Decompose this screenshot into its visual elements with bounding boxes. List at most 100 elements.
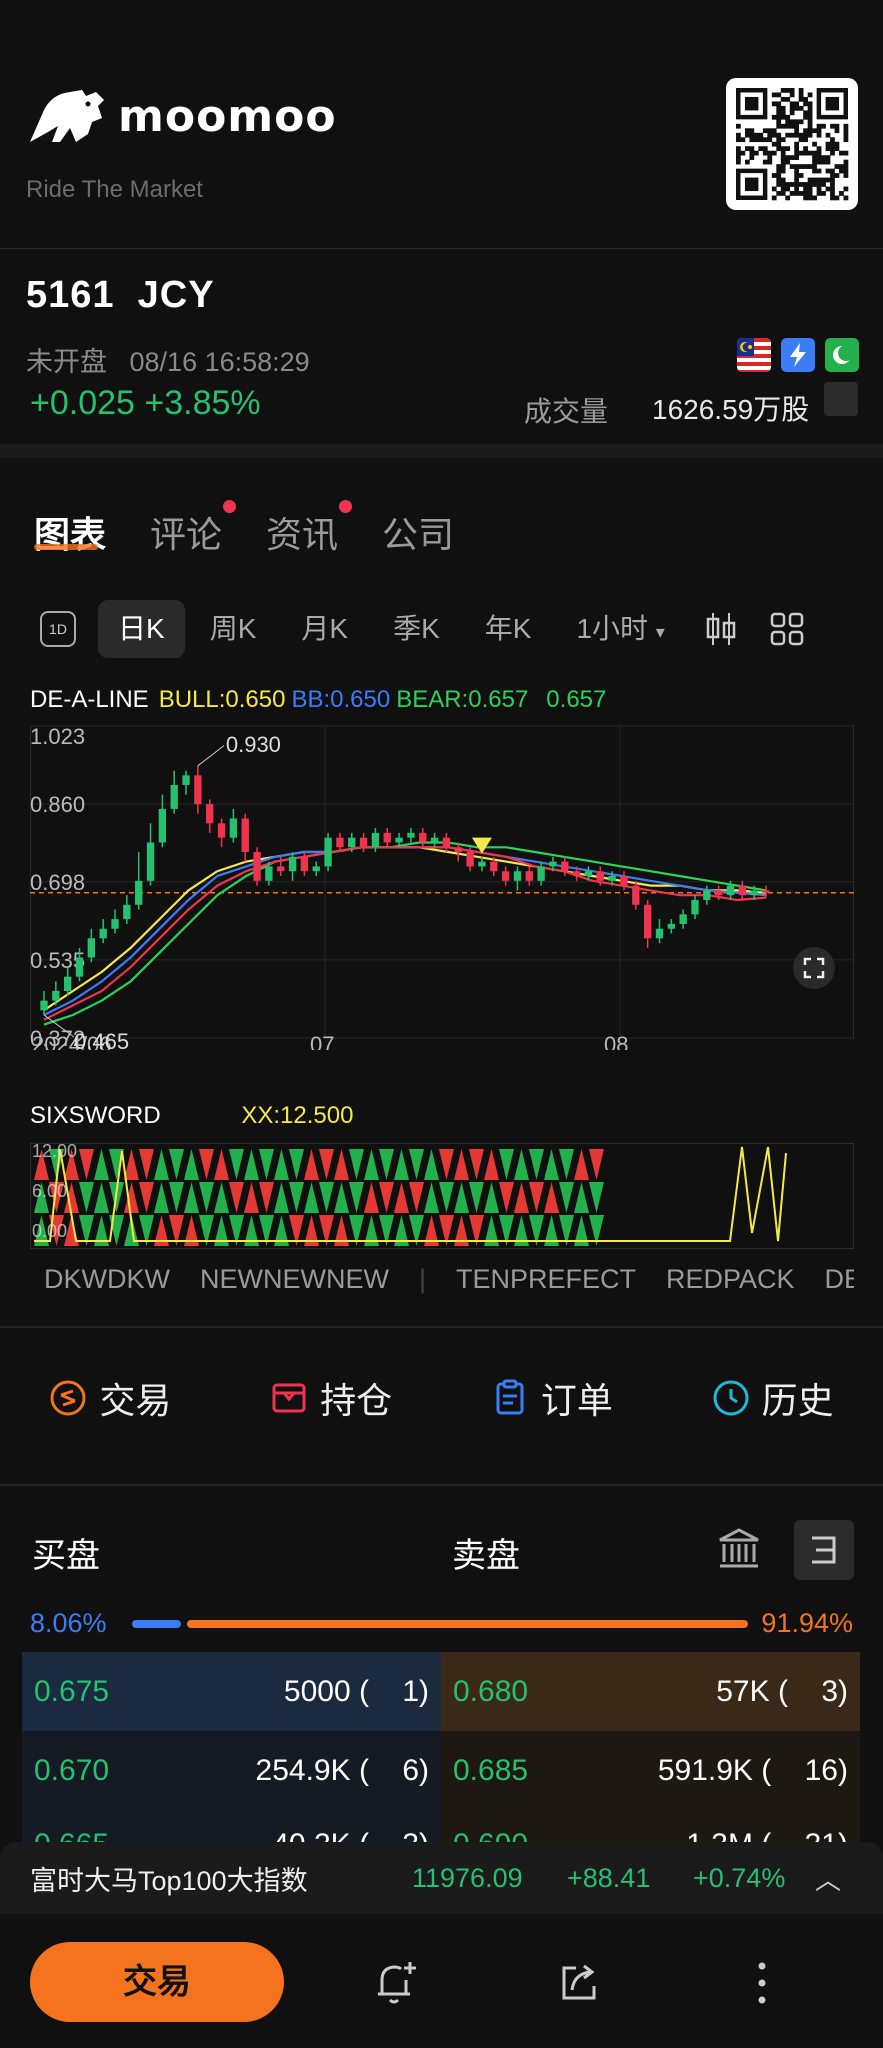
ask-level[interactable]: 0.685 591.9K ( 16) [441, 1731, 860, 1810]
candle-body [253, 852, 261, 881]
qr-module [771, 186, 777, 192]
period-week[interactable]: 周K [190, 600, 277, 658]
crescent-icon[interactable] [825, 338, 859, 372]
candle-body [229, 818, 238, 838]
qr-module [803, 146, 808, 152]
trade-button[interactable]: 交易 [30, 1942, 284, 2022]
qr-module [803, 182, 808, 187]
tab-comments[interactable]: 评论 [150, 500, 237, 558]
qr-module [830, 168, 835, 174]
qr-module [776, 92, 782, 98]
qr-code [726, 78, 858, 210]
index-ticker[interactable]: 富时大马Top100大指数 11976.09 +88.41 +0.74% ︿ [0, 1842, 883, 1914]
qr-module [807, 182, 813, 187]
fullscreen-icon[interactable] [792, 946, 836, 990]
divider [0, 248, 883, 249]
qr-module [762, 137, 768, 143]
tab-company[interactable]: 公司 [382, 506, 454, 558]
ask-volume: 57K ( 3) [716, 1674, 848, 1708]
expand-quote-button[interactable] [824, 382, 858, 416]
qr-module [749, 128, 755, 134]
qr-module [780, 177, 786, 183]
qr-module [843, 186, 849, 192]
candle-body [750, 890, 758, 896]
sword-triangle [214, 1149, 229, 1180]
y-tick-label: 1.023 [30, 724, 85, 749]
active-tab-indicator [34, 544, 98, 550]
action-trade[interactable]: 交易 [49, 1372, 171, 1424]
qr-module [794, 150, 800, 156]
qr-module [780, 155, 786, 160]
qr-module [839, 168, 844, 174]
candlestick-chart[interactable]: 1.0230.8600.6980.5350.3722024/06 07 080.93… [30, 720, 854, 1050]
qr-module [780, 88, 786, 93]
share-icon[interactable] [556, 1960, 602, 2006]
action-positions[interactable]: 持仓 [270, 1372, 392, 1424]
qr-module [825, 168, 831, 174]
qr-module [834, 173, 840, 178]
more-options-icon[interactable] [750, 1958, 774, 2008]
sword-triangle [424, 1182, 439, 1213]
y-tick-label: 0.860 [30, 792, 85, 817]
qr-module [785, 119, 791, 125]
qr-module [821, 177, 826, 183]
qr-module [780, 96, 786, 102]
ask-level[interactable]: 0.680 57K ( 3) [441, 1652, 860, 1731]
candle-style-icon[interactable] [704, 609, 738, 649]
action-orders[interactable]: 订单 [491, 1372, 613, 1424]
indicator-tab-redpack[interactable]: REDPACK [666, 1264, 795, 1295]
qr-module [807, 92, 813, 98]
sword-triangle [379, 1149, 394, 1180]
qr-module [812, 177, 817, 183]
qr-module [736, 159, 741, 165]
action-history[interactable]: 历史 [712, 1372, 834, 1424]
orderbook-depth-button[interactable] [794, 1520, 854, 1580]
broker-queue-icon[interactable] [716, 1526, 762, 1570]
period-month[interactable]: 月K [281, 600, 368, 658]
orderbook-row[interactable]: 0.670 254.9K ( 6) 0.685 591.9K ( 16) [22, 1731, 860, 1810]
indicator-tab-de-a-line[interactable]: DE-A-LINE [825, 1264, 854, 1295]
qr-module [771, 128, 777, 134]
add-alert-icon[interactable] [372, 1958, 420, 2008]
qr-module [803, 114, 808, 120]
period-quarter[interactable]: 季K [373, 600, 460, 658]
qr-module [749, 137, 755, 143]
indicator-tab-dkwdkw[interactable]: DKWDKW [44, 1264, 170, 1295]
sword-triangle [514, 1149, 529, 1180]
tab-chart[interactable]: 图表 [34, 506, 106, 558]
qr-module [740, 150, 746, 156]
tab-news[interactable]: 资讯 [266, 500, 353, 558]
ask-price: 0.680 [453, 1674, 529, 1708]
orderbook-row[interactable]: 0.675 5000 ( 1) 0.680 57K ( 3) [22, 1652, 860, 1731]
qr-module [776, 119, 782, 125]
period-day[interactable]: 日K [98, 600, 185, 658]
qr-module [749, 132, 755, 138]
lightning-icon[interactable] [781, 338, 815, 372]
sword-triangle [349, 1149, 364, 1180]
bid-level[interactable]: 0.675 5000 ( 1) [22, 1652, 441, 1731]
candle-body [691, 899, 699, 915]
intraday-1d-icon[interactable]: 1D [40, 611, 76, 647]
qr-module [771, 150, 777, 156]
qr-module [794, 164, 800, 169]
period-hour[interactable]: 1小时 ▾ [556, 600, 684, 658]
chevron-up-icon[interactable]: ︿ [815, 1860, 841, 1897]
qr-module [830, 195, 835, 201]
period-year[interactable]: 年K [465, 600, 552, 658]
qr-module [803, 191, 808, 196]
trade-actions: 交易 持仓 订单 历史 [0, 1372, 883, 1424]
qr-module [825, 159, 831, 165]
qr-module [803, 96, 808, 102]
grid-layout-icon[interactable] [770, 612, 804, 646]
sixsword-chart[interactable]: 12.00 6.00 0.00 [30, 1143, 854, 1249]
status-text: 未开盘 [26, 347, 107, 377]
sword-triangle [394, 1182, 409, 1213]
qr-module [780, 159, 786, 165]
candle-body [572, 871, 581, 877]
qr-module [798, 191, 804, 196]
bid-level[interactable]: 0.670 254.9K ( 6) [22, 1731, 441, 1810]
qr-module [753, 150, 759, 156]
indicator-tab-newnewnew[interactable]: NEWNEWNEW [200, 1264, 389, 1295]
indicator-tab-tenprefect[interactable]: TENPREFECT [456, 1264, 636, 1295]
bid-header: 买盘 [32, 1537, 100, 1575]
